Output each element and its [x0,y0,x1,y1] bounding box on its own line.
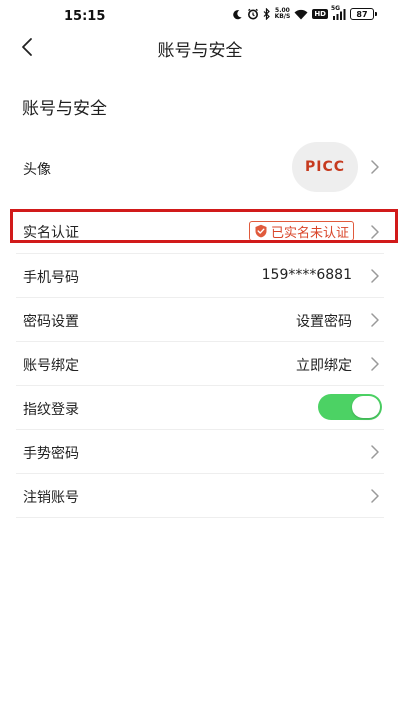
row-binding-value: 立即绑定 [296,358,352,374]
row-phone-value: 159****6881 [261,267,352,283]
verification-status-badge: 已实名未认证 [248,221,354,241]
network-speed-unit: KB/S [274,13,291,20]
chevron-right-icon [368,313,382,327]
row-realname-label: 实名认证 [23,225,79,241]
signal-label: 5G [331,5,341,12]
row-password-settings[interactable]: 密码设置 设置密码 [16,298,384,342]
row-realname-verification[interactable]: 实名认证 已实名未认证 [16,210,384,254]
row-gesture-label: 手势密码 [23,446,79,462]
row-fingerprint-login: 指纹登录 [16,386,384,430]
row-binding-label: 账号绑定 [23,358,79,374]
page-title: 账号与安全 [157,41,243,61]
wifi-icon [294,9,308,20]
avatar: PICC [292,142,358,192]
verification-status-text: 已实名未认证 [270,225,349,241]
chevron-right-icon [368,357,382,371]
toggle-knob [352,396,380,418]
row-avatar[interactable]: 头像 PICC [16,122,384,210]
row-gesture-password[interactable]: 手势密码 [16,430,384,474]
row-password-label: 密码设置 [23,314,79,330]
row-password-value: 设置密码 [296,314,352,330]
navigation-bar: 账号与安全 [0,30,400,64]
chevron-right-icon [368,225,382,239]
status-time: 15:15 [64,9,106,24]
signal-icon: 5G [331,5,346,20]
chevron-right-icon [368,445,382,459]
moon-icon [232,9,243,20]
row-phone-number[interactable]: 手机号码 159****6881 [16,254,384,298]
row-cancel-label: 注销账号 [23,490,79,506]
row-phone-label: 手机号码 [23,270,79,286]
fingerprint-toggle[interactable] [318,394,382,420]
row-avatar-label: 头像 [23,162,51,178]
section-title: 账号与安全 [22,99,107,119]
bluetooth-icon [263,8,271,20]
chevron-right-icon [368,489,382,503]
verified-shield-icon [254,224,268,238]
chevron-right-icon [368,269,382,283]
status-icons: 5.00 KB/S HD 5G 87 [232,5,377,20]
row-fingerprint-label: 指纹登录 [23,402,79,418]
hd-badge: HD [312,9,328,19]
row-account-binding[interactable]: 账号绑定 立即绑定 [16,342,384,386]
network-speed: 5.00 KB/S [275,8,291,20]
chevron-right-icon [368,160,382,174]
alarm-icon [247,8,259,20]
battery-indicator: 87 [350,8,377,20]
row-cancel-account[interactable]: 注销账号 [16,474,384,518]
